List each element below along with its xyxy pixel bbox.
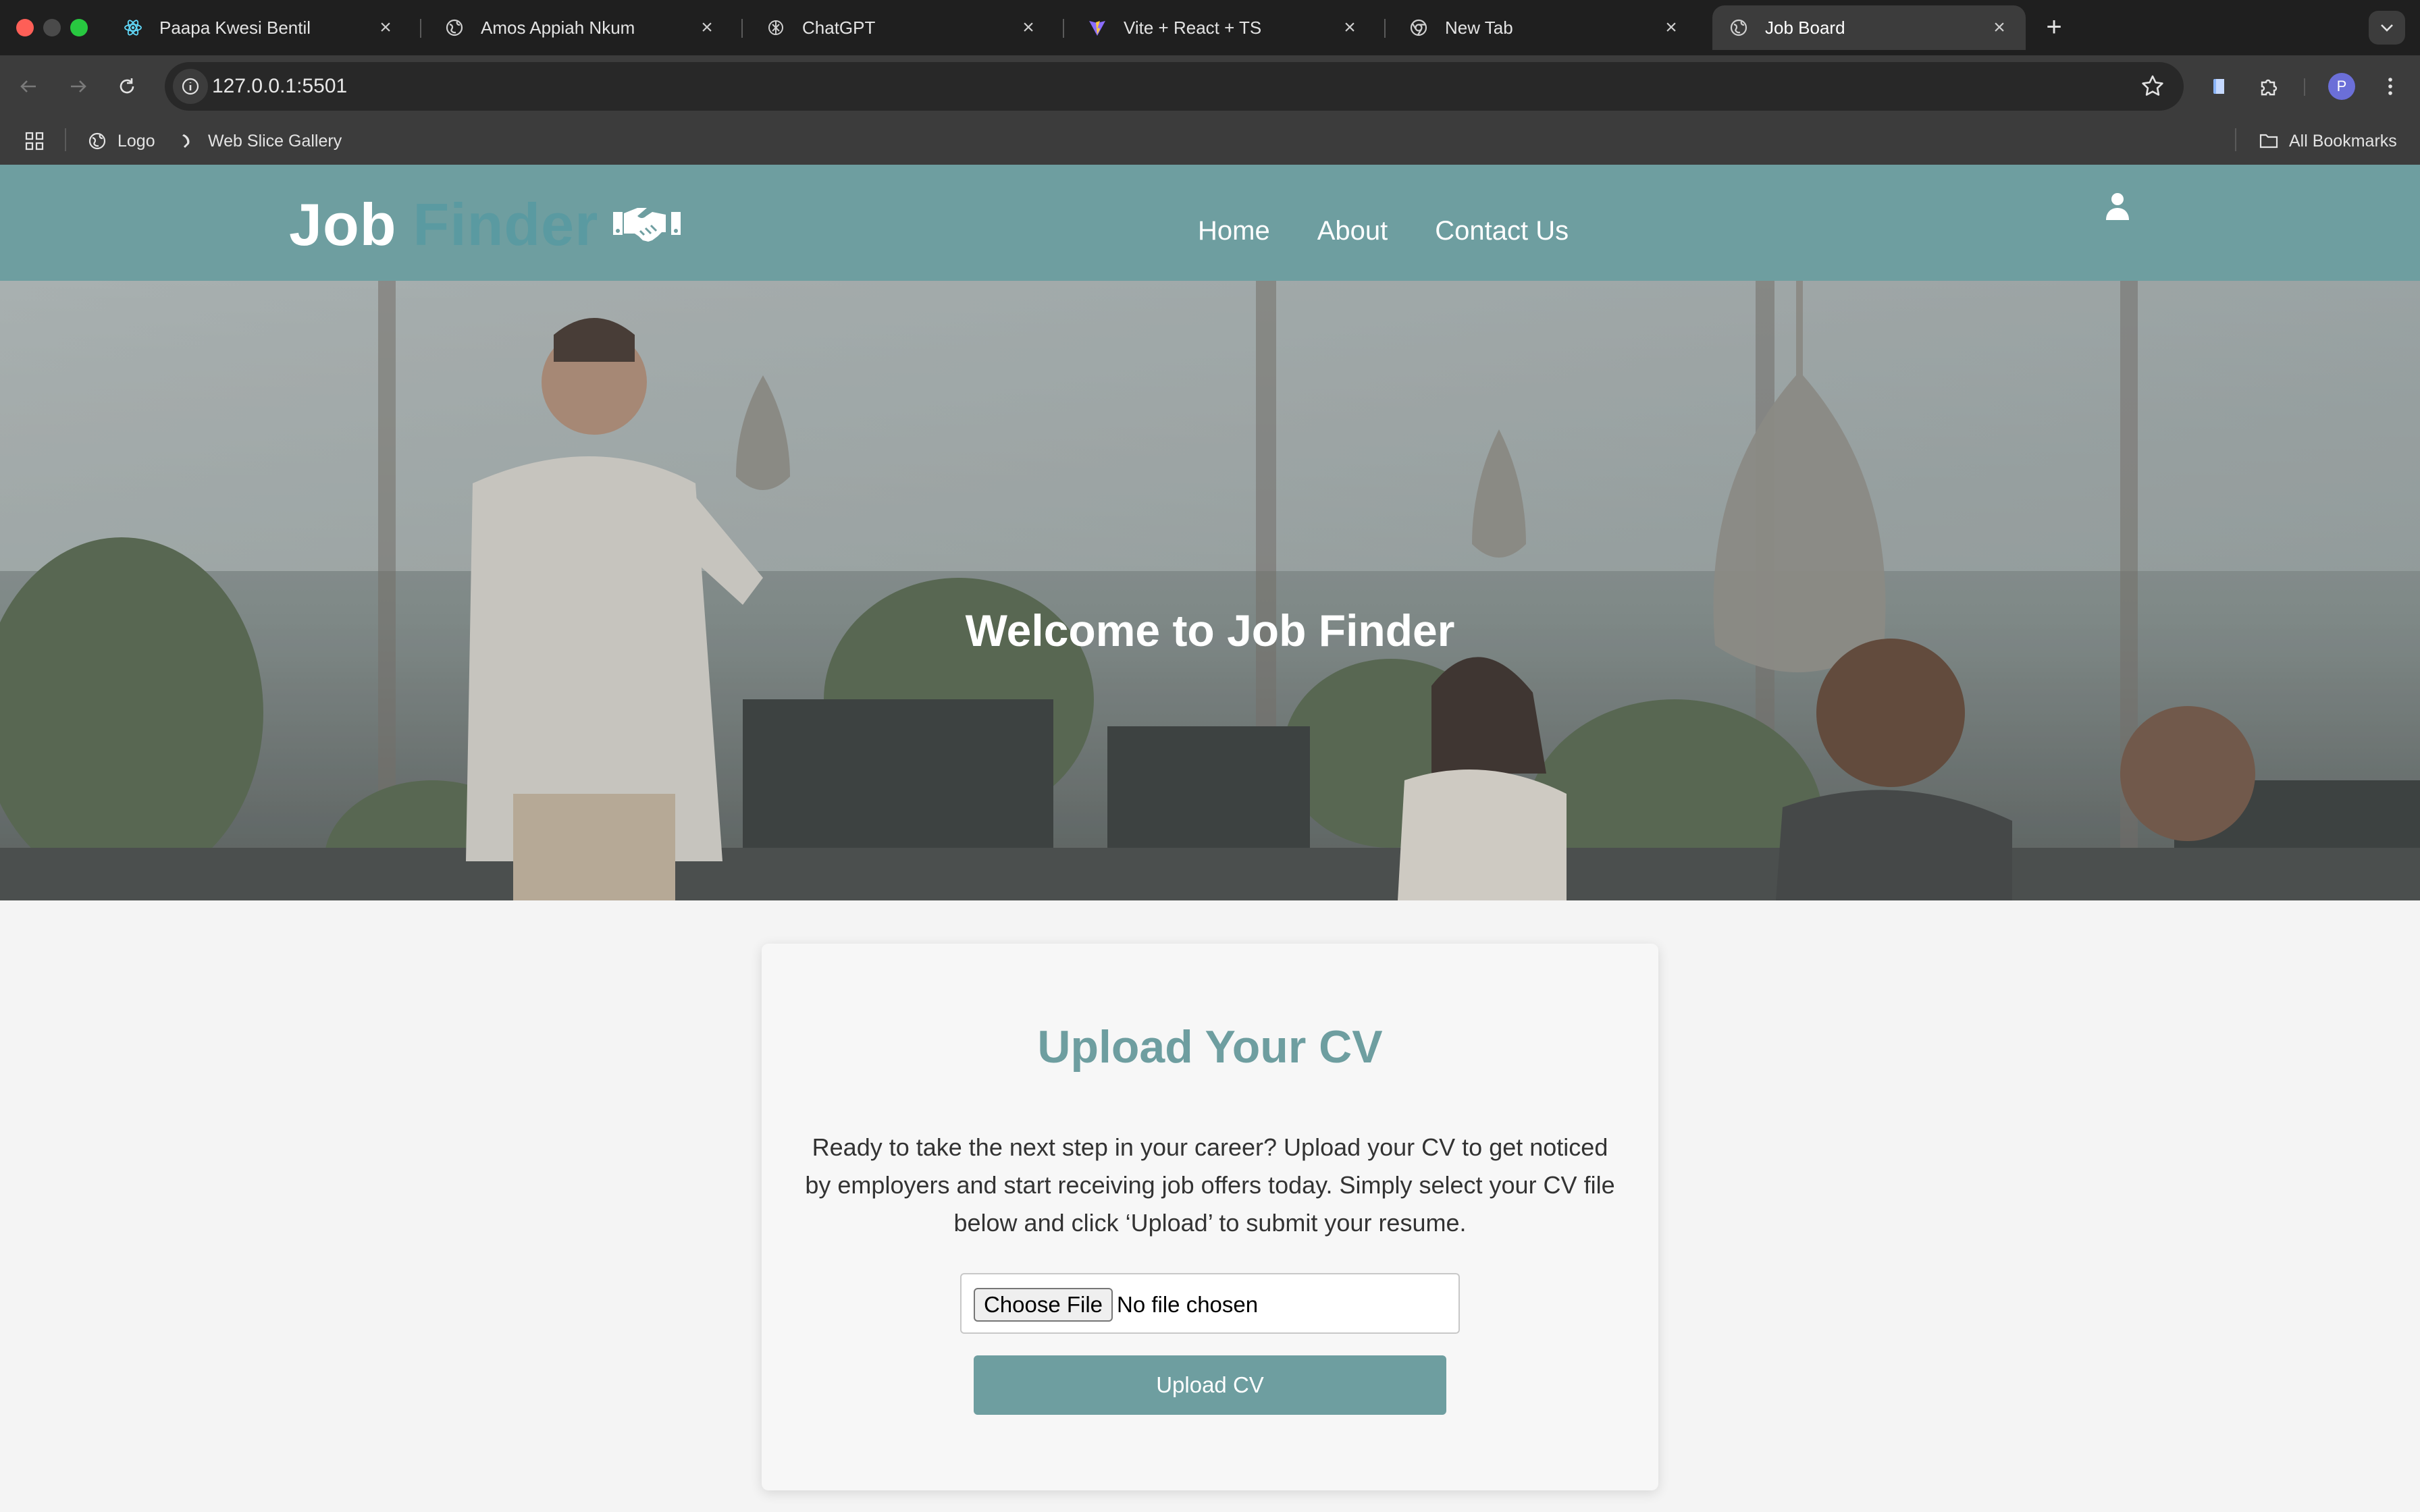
bookmark-label: Web Slice Gallery xyxy=(208,131,342,151)
window-minimize-button[interactable] xyxy=(43,19,61,36)
file-status-text: No file chosen xyxy=(1117,1292,1259,1317)
chatgpt-icon xyxy=(766,18,786,38)
close-tab-icon[interactable]: × xyxy=(1989,16,2009,38)
browser-toolbar: 127.0.0.1:5501 P xyxy=(0,55,2420,117)
arrow-right-icon xyxy=(71,80,86,92)
globe-icon xyxy=(444,18,465,38)
react-icon xyxy=(123,18,143,38)
logo-word-job: Job xyxy=(289,191,397,258)
bookmark-label: Logo xyxy=(117,131,155,151)
tab-separator xyxy=(1384,19,1386,38)
profile-avatar[interactable]: P xyxy=(2328,73,2355,100)
bookmark-separator xyxy=(2235,128,2236,151)
close-tab-icon[interactable]: × xyxy=(375,16,396,38)
tab-title: New Tab xyxy=(1445,17,1513,38)
browser-tab-strip: Paapa Kwesi Bentil × Amos Appiah Nkum × … xyxy=(0,0,2420,55)
extension-icon[interactable] xyxy=(2205,72,2235,101)
puzzle-icon[interactable] xyxy=(2254,72,2284,101)
close-tab-icon[interactable]: × xyxy=(1018,16,1038,38)
upload-description: Ready to take the next step in your care… xyxy=(805,1133,1615,1237)
upload-cv-button[interactable]: Upload CV xyxy=(974,1355,1446,1415)
folder-icon xyxy=(2258,130,2280,152)
vite-icon xyxy=(1087,18,1107,38)
new-tab-button[interactable]: + xyxy=(2039,12,2069,42)
bookmarks-bar xyxy=(0,117,2420,165)
bookmark-separator xyxy=(65,128,66,151)
apps-icon[interactable] xyxy=(24,117,45,165)
window-zoom-button[interactable] xyxy=(70,19,88,36)
bookmark-logo[interactable]: Logo xyxy=(86,117,155,165)
reload-button[interactable] xyxy=(112,72,142,101)
site-logo[interactable]: Job Finder xyxy=(289,190,682,259)
hero-banner: Welcome to Job Finder xyxy=(0,281,2420,900)
browser-tab[interactable]: Vite + React + TS × xyxy=(1071,5,1376,50)
forward-button[interactable] xyxy=(63,72,93,101)
upload-title: Upload Your CV xyxy=(1037,1021,1383,1073)
toolbar-separator xyxy=(2304,78,2305,96)
window-close-button[interactable] xyxy=(16,19,34,36)
hero-title: Welcome to Job Finder xyxy=(965,605,1455,655)
site-info-icon[interactable] xyxy=(173,69,208,104)
browser-tab[interactable]: Amos Appiah Nkum × xyxy=(428,5,733,50)
nav-home-link[interactable]: Home xyxy=(1198,216,1270,246)
tab-title: Job Board xyxy=(1765,17,1845,38)
close-tab-icon[interactable]: × xyxy=(1661,16,1681,38)
browser-tab[interactable]: Paapa Kwesi Bentil × xyxy=(107,5,412,50)
nav-about-link[interactable]: About xyxy=(1317,216,1388,246)
reload-icon xyxy=(120,78,134,94)
tab-separator xyxy=(1063,19,1064,38)
close-tab-icon[interactable]: × xyxy=(697,16,717,38)
upload-cv-card: Upload Your CV Ready to take the next st… xyxy=(762,944,1658,1490)
cv-file-input[interactable]: Choose File No file chosen xyxy=(960,1273,1460,1334)
close-tab-icon[interactable]: × xyxy=(1340,16,1360,38)
chevron-down-icon xyxy=(2381,24,2393,32)
tab-title: Paapa Kwesi Bentil xyxy=(159,17,311,38)
tab-separator xyxy=(741,19,743,38)
globe-icon xyxy=(86,130,108,152)
tab-title: Amos Appiah Nkum xyxy=(481,17,635,38)
nav-contact-link[interactable]: Contact Us xyxy=(1435,216,1569,246)
browser-tab[interactable]: ChatGPT × xyxy=(749,5,1055,50)
logo-word-finder: Finder xyxy=(413,191,599,258)
url-text[interactable]: 127.0.0.1:5501 xyxy=(212,62,347,111)
bookmark-star-icon[interactable] xyxy=(2139,73,2166,100)
more-menu-icon[interactable] xyxy=(2375,72,2405,101)
site-header: Job Finder Home About Contact Us xyxy=(0,165,2420,281)
back-button[interactable] xyxy=(14,72,43,101)
tab-search-button[interactable] xyxy=(2369,11,2405,45)
tab-title: Vite + React + TS xyxy=(1124,17,1262,38)
browser-tab[interactable]: New Tab × xyxy=(1392,5,1698,50)
all-bookmarks-button[interactable]: All Bookmarks xyxy=(2258,117,2397,165)
main-nav: Home About Contact Us xyxy=(1198,216,1616,246)
globe-icon xyxy=(1729,18,1749,38)
slice-icon xyxy=(177,130,199,152)
hero-office-photo xyxy=(0,281,2420,900)
all-bookmarks-label: All Bookmarks xyxy=(2289,131,2397,151)
arrow-left-icon xyxy=(20,80,36,92)
choose-file-button[interactable]: Choose File xyxy=(974,1288,1113,1322)
browser-tab-active[interactable]: Job Board × xyxy=(1712,5,2026,50)
tab-title: ChatGPT xyxy=(802,17,876,38)
user-icon[interactable] xyxy=(2104,192,2131,221)
chrome-icon xyxy=(1409,18,1429,38)
handshake-icon xyxy=(613,208,681,242)
address-bar[interactable]: 127.0.0.1:5501 xyxy=(165,62,2184,111)
tab-separator xyxy=(420,19,421,38)
bookmark-web-slice-gallery[interactable]: Web Slice Gallery xyxy=(177,117,342,165)
